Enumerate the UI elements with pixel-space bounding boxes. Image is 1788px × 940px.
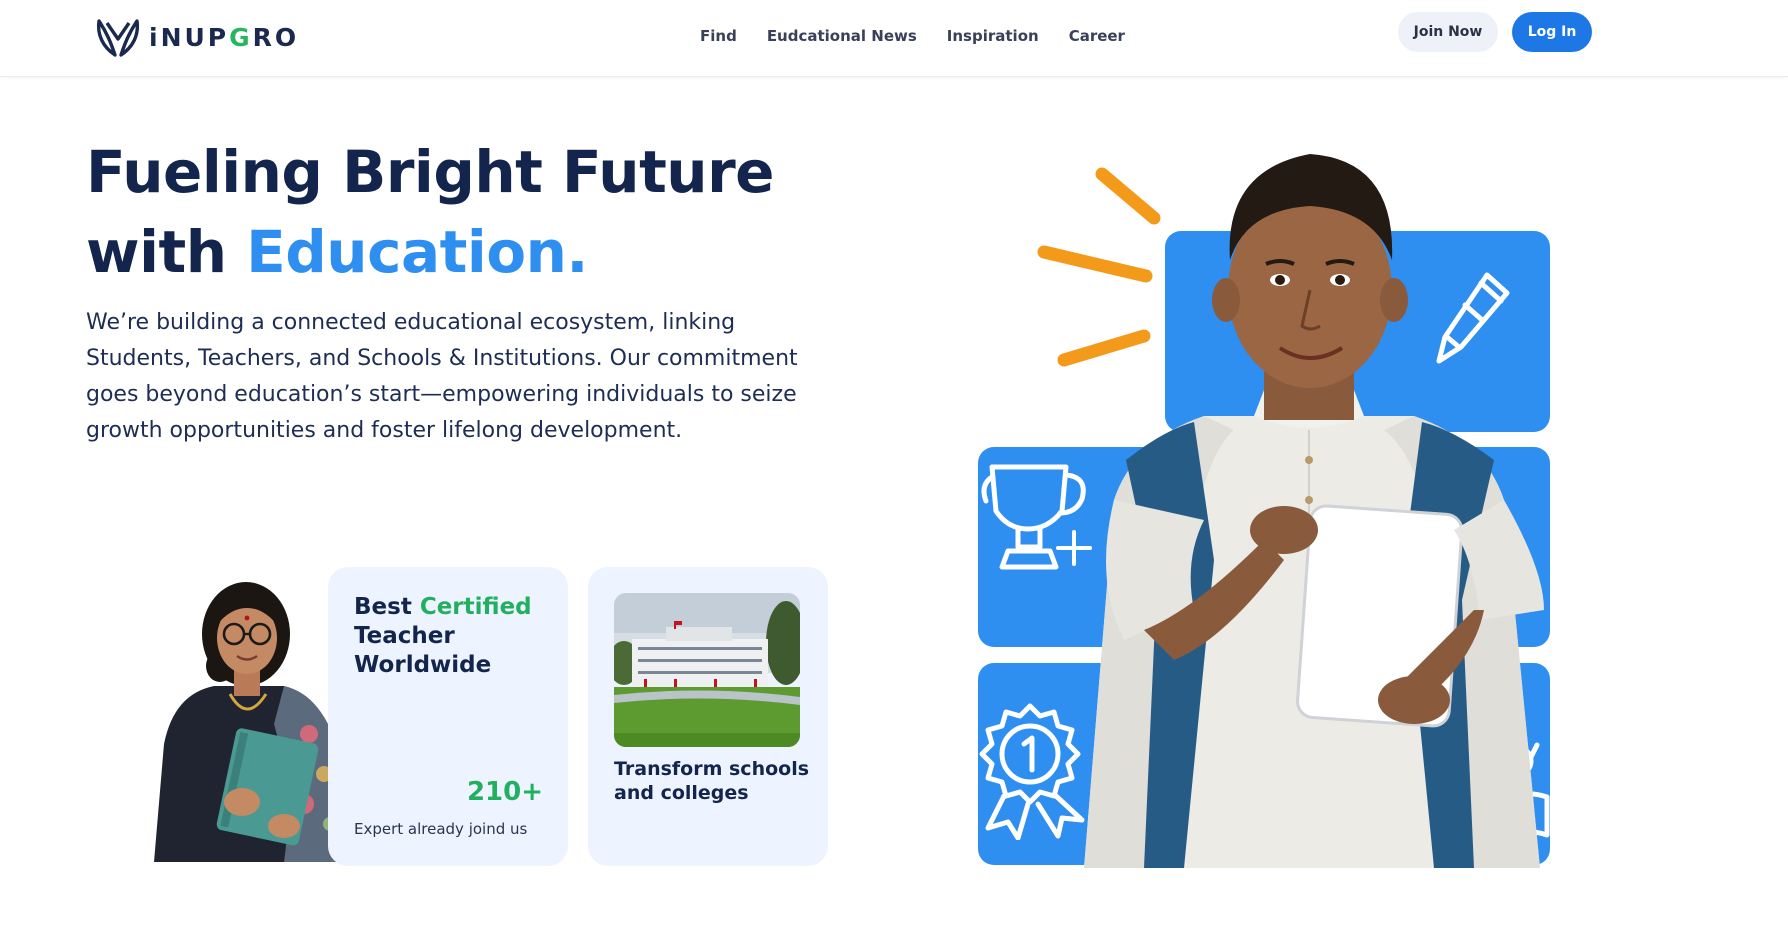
certified-teacher-title: Best Certified Teacher Worldwide: [354, 593, 554, 680]
student-photo: [1084, 154, 1544, 868]
brand-name-accent: G: [229, 22, 253, 52]
nav-item-career[interactable]: Career: [1069, 27, 1125, 45]
brand-name-part: iNUP: [149, 22, 230, 52]
title-accent: Certified: [419, 594, 532, 620]
join-now-button[interactable]: Join Now: [1398, 12, 1498, 52]
hero-description: We’re building a connected educational e…: [86, 310, 798, 443]
hero-title-line-1: Fueling Bright Future: [86, 138, 775, 206]
expert-count: 210+: [466, 777, 543, 807]
title-prefix: Best: [354, 594, 420, 620]
hero-title-line-2-prefix: with: [86, 218, 247, 286]
teacher-photo: [154, 582, 348, 862]
logo-mark-icon: [96, 19, 140, 57]
school-building-image: [614, 593, 800, 747]
log-in-button[interactable]: Log In: [1512, 12, 1592, 52]
hero-title-accent: Education.: [246, 218, 588, 286]
transform-schools-card[interactable]: Transform schools and colleges: [588, 567, 828, 866]
brand-logo[interactable]: iNUPGRO: [93, 14, 299, 60]
main-nav: Find Eudcational News Inspiration Career: [700, 27, 1125, 45]
brand-name: iNUPGRO: [149, 23, 299, 52]
title-suffix: Teacher Worldwide: [354, 623, 492, 678]
nav-item-inspiration[interactable]: Inspiration: [947, 27, 1039, 45]
transform-schools-title: Transform schools and colleges: [614, 758, 810, 804]
brand-name-part: RO: [252, 22, 300, 52]
expert-count-caption: Expert already joind us: [354, 820, 528, 838]
site-header: iNUPGRO Find Eudcational News Inspiratio…: [0, 0, 1788, 77]
certified-teacher-card[interactable]: Best Certified Teacher Worldwide 210+ Ex…: [328, 567, 568, 866]
hero-title: Fueling Bright Future with Education.: [86, 132, 775, 292]
nav-item-educational-news[interactable]: Eudcational News: [767, 27, 917, 45]
nav-item-find[interactable]: Find: [700, 27, 737, 45]
